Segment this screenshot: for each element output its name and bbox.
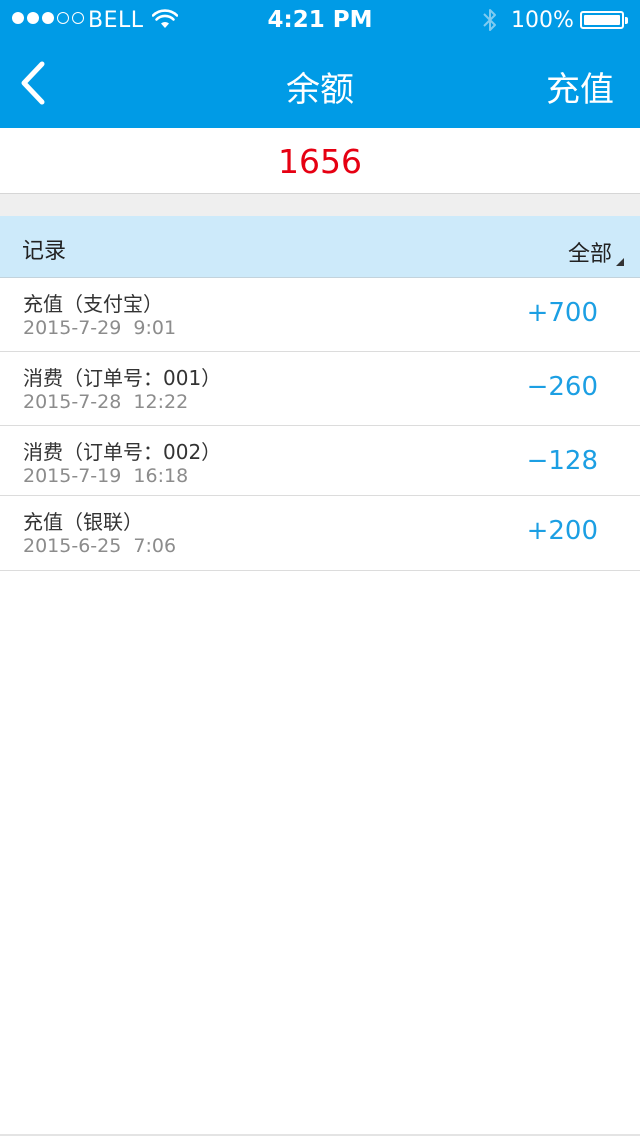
record-amount: −128 [526,446,598,476]
record-description: 消费（订单号：001） [23,366,222,390]
record-date: 2015-7-28 12:22 [23,391,189,413]
records-title: 记录 [22,239,67,264]
filter-dropdown[interactable]: 全部 [568,236,624,268]
record-description: 充值（支付宝） [23,292,163,316]
record-amount: +200 [526,516,598,546]
page-title: 余额 [286,70,354,110]
records-header: 记录 全部 [0,216,640,278]
record-row[interactable]: 充值（支付宝） 2015-7-29 9:01 +700 [0,278,640,352]
section-divider [0,194,640,216]
status-bar: BELL 4:21 PM 100% [0,0,640,40]
record-amount: +700 [526,298,598,328]
record-date: 2015-7-19 16:18 [23,465,189,487]
recharge-button[interactable]: 充值 [546,62,614,111]
filter-label: 全部 [567,242,612,267]
record-row[interactable]: 消费（订单号：002） 2015-7-19 16:18 −128 [0,426,640,496]
bluetooth-icon [483,9,496,31]
record-row[interactable]: 消费（订单号：001） 2015-7-28 12:22 −260 [0,352,640,426]
record-date: 2015-7-29 9:01 [23,317,177,339]
record-amount: −260 [526,372,598,402]
record-description: 消费（订单号：002） [23,440,222,464]
records-list: 充值（支付宝） 2015-7-29 9:01 +700 消费（订单号：001） … [0,278,640,571]
battery-percent: 100% [511,8,574,33]
balance-panel: 1656 [0,128,640,194]
record-description: 充值（银联） [23,510,143,534]
record-row[interactable]: 充值（银联） 2015-6-25 7:06 +200 [0,496,640,571]
battery-icon [580,11,628,29]
record-date: 2015-6-25 7:06 [23,535,177,557]
balance-amount: 1656 [278,142,362,181]
dropdown-triangle-icon [616,258,624,266]
navigation-bar: 余额 充值 [0,40,640,128]
